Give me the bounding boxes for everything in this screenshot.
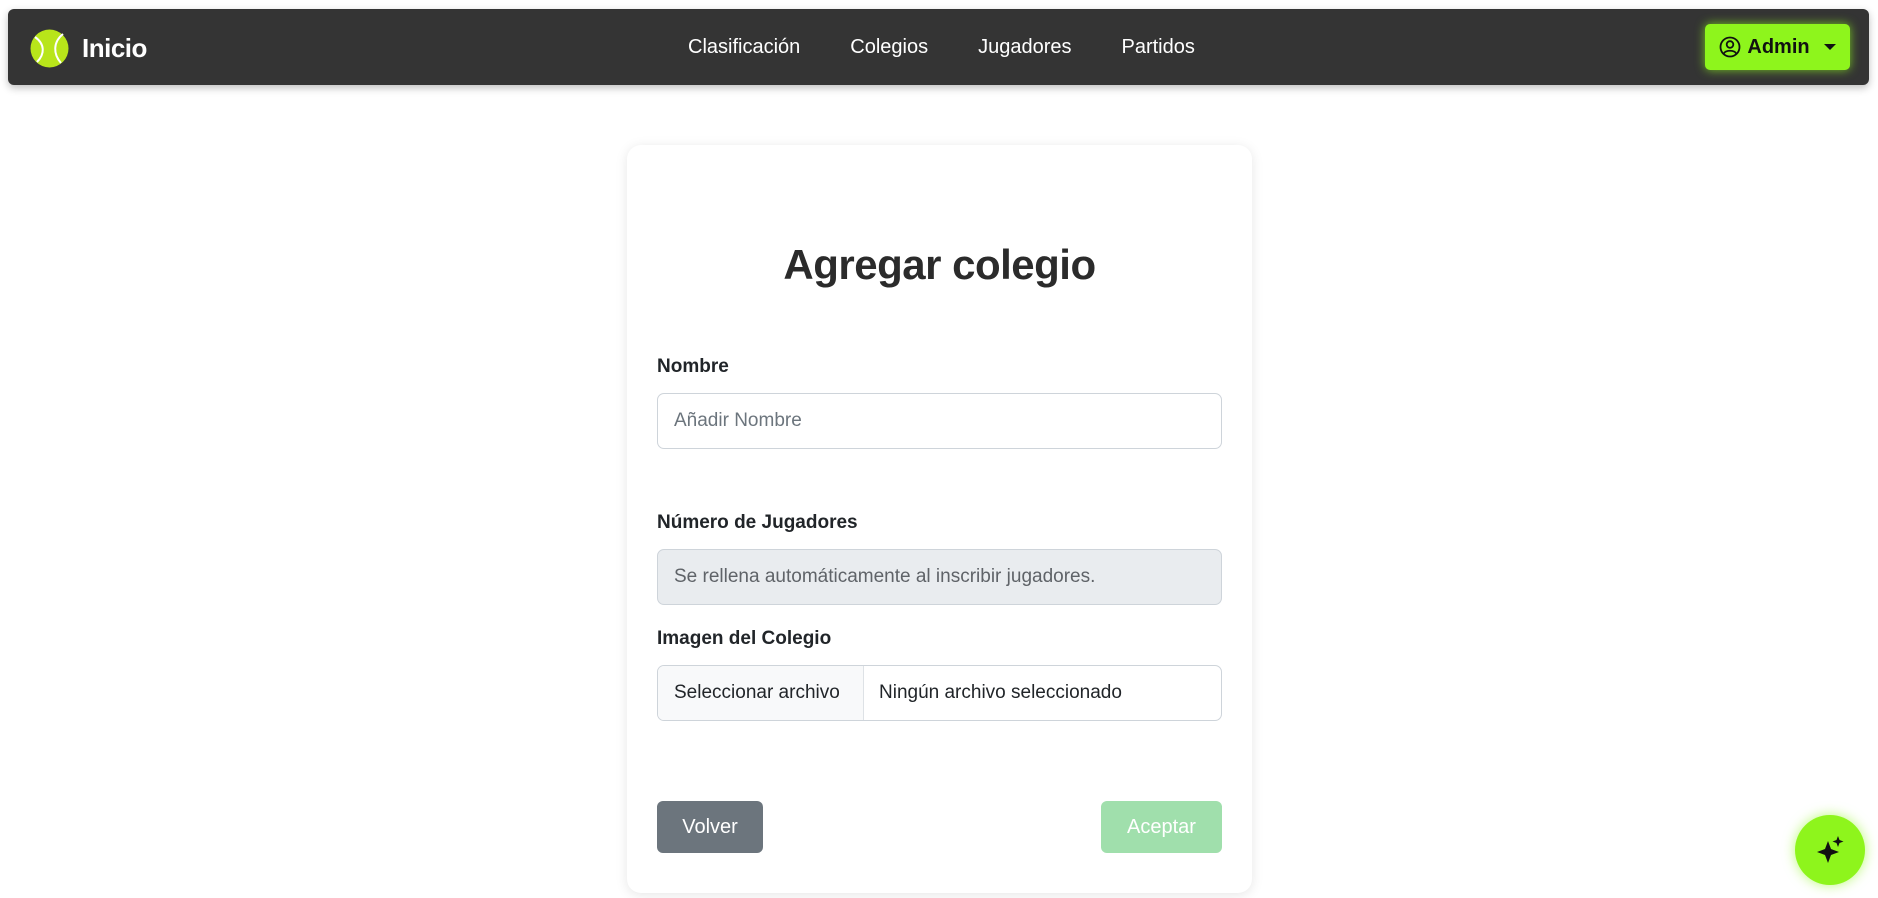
admin-label: Admin (1747, 35, 1810, 58)
top-navbar: Inicio Clasificación Colegios Jugadores … (8, 9, 1869, 85)
back-button[interactable]: Volver (657, 801, 763, 853)
name-input[interactable] (657, 393, 1222, 449)
nav-link-partidos[interactable]: Partidos (1122, 36, 1195, 59)
chevron-down-icon (1823, 44, 1836, 50)
admin-dropdown-button[interactable]: Admin (1705, 24, 1850, 70)
school-image-label: Imagen del Colegio (657, 628, 832, 649)
nav-link-colegios[interactable]: Colegios (850, 36, 928, 59)
user-circle-icon (1719, 36, 1741, 58)
school-image-file-input[interactable]: Seleccionar archivo Ningún archivo selec… (657, 665, 1222, 721)
page-title: Agregar colegio (783, 241, 1096, 288)
choose-file-button[interactable]: Seleccionar archivo (658, 666, 864, 720)
assistant-fab-button[interactable] (1795, 815, 1865, 885)
sparkles-icon (1817, 836, 1844, 863)
players-count-label: Número de Jugadores (657, 512, 858, 533)
nav-link-clasificacion[interactable]: Clasificación (688, 36, 800, 59)
nav-link-jugadores[interactable]: Jugadores (978, 36, 1071, 59)
main-nav: Clasificación Colegios Jugadores Partido… (688, 9, 1195, 85)
file-status-text: Ningún archivo seleccionado (879, 682, 1122, 703)
brand-home-link[interactable]: Inicio (29, 27, 147, 69)
name-label: Nombre (657, 356, 729, 377)
accept-button[interactable]: Aceptar (1101, 801, 1222, 853)
add-school-card: Agregar colegio Nombre Número de Jugador… (627, 145, 1252, 893)
brand-label: Inicio (82, 32, 147, 63)
players-count-input (657, 549, 1222, 605)
tennis-ball-icon (30, 29, 69, 67)
